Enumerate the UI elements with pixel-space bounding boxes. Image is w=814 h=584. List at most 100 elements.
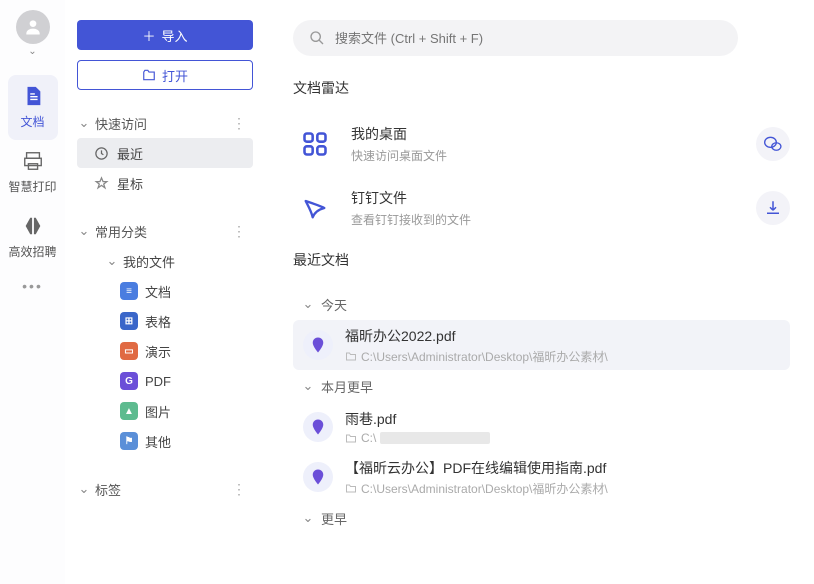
sidebar-item-pres[interactable]: ▭ 演示 <box>85 336 253 366</box>
item-label: 其他 <box>145 432 171 451</box>
chevron-down-icon: ⌄ <box>77 115 91 131</box>
chevron-down-icon: ⌄ <box>301 510 315 526</box>
rail-more-icon[interactable]: ••• <box>22 278 43 294</box>
chevron-down-icon: ⌄ <box>105 253 119 269</box>
more-icon[interactable]: ⋮ <box>226 481 253 498</box>
section-title: 标签 <box>95 480 226 499</box>
import-button[interactable]: ＋ 导入 <box>77 20 253 50</box>
pdf-file-icon <box>303 330 333 360</box>
tags-section: ⌄ 标签 ⋮ <box>77 474 253 504</box>
radar-item-desktop[interactable]: 我的桌面 快速访问桌面文件 <box>293 116 790 172</box>
folder-icon <box>345 482 357 494</box>
doc-item[interactable]: 福昕办公2022.pdf C:\Users\Administrator\Desk… <box>293 320 790 370</box>
quick-access-section: ⌄ 快速访问 ⋮ 最近 星标 <box>77 108 253 198</box>
avatar-chevron-icon[interactable]: ⌄ <box>28 46 36 57</box>
folder-icon <box>345 432 357 444</box>
doc-path: C:\Users\Administrator\Desktop\福昕办公素材\ <box>345 348 780 365</box>
pdf-icon: G <box>119 372 139 390</box>
search-box[interactable] <box>293 20 738 56</box>
recent-title: 最近文档 <box>293 250 790 270</box>
quick-access-header[interactable]: ⌄ 快速访问 ⋮ <box>77 108 253 138</box>
doc-item[interactable]: 雨巷.pdf C:\ <box>293 402 790 452</box>
item-label: 文档 <box>145 282 171 301</box>
item-label: 表格 <box>145 312 171 331</box>
image-icon: ▲ <box>119 402 139 420</box>
item-label: PDF <box>145 374 171 389</box>
radar-item-title: 钉钉文件 <box>351 188 471 208</box>
chevron-down-icon: ⌄ <box>77 481 91 497</box>
star-icon <box>91 176 111 191</box>
doc-title: 雨巷.pdf <box>345 409 780 429</box>
radar-item-sub: 查看钉钉接收到的文件 <box>351 211 471 228</box>
building-icon <box>20 213 46 239</box>
open-label: 打开 <box>162 66 188 85</box>
doc-path-text: C:\Users\Administrator\Desktop\福昕办公素材\ <box>361 348 608 365</box>
sidebar-item-recent[interactable]: 最近 <box>77 138 253 168</box>
clock-icon <box>91 146 111 161</box>
pdf-file-icon <box>303 462 333 492</box>
group-month[interactable]: ⌄ 本月更早 <box>293 370 790 402</box>
section-title: 常用分类 <box>95 222 226 241</box>
item-label: 星标 <box>117 174 143 193</box>
rail-label: 高效招聘 <box>8 243 56 260</box>
wechat-icon <box>763 134 783 154</box>
search-icon <box>309 30 325 46</box>
radar-item-title: 我的桌面 <box>351 124 447 144</box>
more-icon[interactable]: ⋮ <box>226 115 253 132</box>
dingtalk-icon <box>293 186 337 230</box>
folder-open-icon <box>142 68 156 82</box>
doc-path: C:\ <box>345 431 780 445</box>
sidebar-item-sheet[interactable]: ⊞ 表格 <box>85 306 253 336</box>
import-label: 导入 <box>162 26 188 45</box>
sidebar: ＋ 导入 打开 ⌄ 快速访问 ⋮ 最近 星标 ⌄ 常用分类 <box>65 0 265 584</box>
printer-icon <box>20 148 46 174</box>
open-button[interactable]: 打开 <box>77 60 253 90</box>
sidebar-item-other[interactable]: ⚑ 其他 <box>85 426 253 456</box>
doc-title: 【福昕云办公】PDF在线编辑使用指南.pdf <box>345 458 780 478</box>
more-icon[interactable]: ⋮ <box>226 223 253 240</box>
categories-header[interactable]: ⌄ 常用分类 ⋮ <box>77 216 253 246</box>
wechat-action-button[interactable] <box>756 127 790 161</box>
item-label: 演示 <box>145 342 171 361</box>
rail-label: 智慧打印 <box>8 178 56 195</box>
rail-item-print[interactable]: 智慧打印 <box>8 140 58 205</box>
group-label: 今天 <box>321 295 347 314</box>
sidebar-item-myfiles[interactable]: ⌄ 我的文件 <box>85 246 253 276</box>
pdf-file-icon <box>303 412 333 442</box>
chevron-down-icon: ⌄ <box>301 378 315 394</box>
item-label: 我的文件 <box>123 252 175 271</box>
radar-title: 文档雷达 <box>293 78 790 98</box>
grid-icon <box>293 122 337 166</box>
rail-item-hire[interactable]: 高效招聘 <box>8 205 58 270</box>
search-input[interactable] <box>335 31 722 46</box>
avatar[interactable] <box>16 10 50 44</box>
chevron-down-icon: ⌄ <box>301 296 315 312</box>
sidebar-item-starred[interactable]: 星标 <box>77 168 253 198</box>
download-action-button[interactable] <box>756 191 790 225</box>
doc-item[interactable]: 【福昕云办公】PDF在线编辑使用指南.pdf C:\Users\Administ… <box>293 452 790 502</box>
left-rail: ⌄ 文档 智慧打印 高效招聘 ••• <box>0 0 65 584</box>
doc-title: 福昕办公2022.pdf <box>345 326 780 346</box>
sidebar-item-pdf[interactable]: G PDF <box>85 366 253 396</box>
document-icon <box>20 83 46 109</box>
item-label: 图片 <box>145 402 171 421</box>
sidebar-item-image[interactable]: ▲ 图片 <box>85 396 253 426</box>
doc-icon: ≡ <box>119 282 139 300</box>
doc-path: C:\Users\Administrator\Desktop\福昕办公素材\ <box>345 480 780 497</box>
sheet-icon: ⊞ <box>119 312 139 330</box>
plus-icon: ＋ <box>142 26 155 45</box>
item-label: 最近 <box>117 144 143 163</box>
group-earlier[interactable]: ⌄ 更早 <box>293 502 790 534</box>
folder-icon <box>345 350 357 362</box>
rail-item-docs[interactable]: 文档 <box>8 75 58 140</box>
doc-path-text: C:\Users\Administrator\Desktop\福昕办公素材\ <box>361 480 608 497</box>
other-icon: ⚑ <box>119 432 139 450</box>
sidebar-item-doc[interactable]: ≡ 文档 <box>85 276 253 306</box>
tags-header[interactable]: ⌄ 标签 ⋮ <box>77 474 253 504</box>
presentation-icon: ▭ <box>119 342 139 360</box>
radar-item-sub: 快速访问桌面文件 <box>351 147 447 164</box>
main-content: 文档雷达 我的桌面 快速访问桌面文件 钉钉文件 查看钉钉接收到的文件 最近文档 … <box>265 0 814 584</box>
radar-item-dingtalk[interactable]: 钉钉文件 查看钉钉接收到的文件 <box>293 180 790 236</box>
group-today[interactable]: ⌄ 今天 <box>293 288 790 320</box>
recent-docs-section: 最近文档 ⌄ 今天 福昕办公2022.pdf C:\Users\Administ… <box>293 250 790 534</box>
